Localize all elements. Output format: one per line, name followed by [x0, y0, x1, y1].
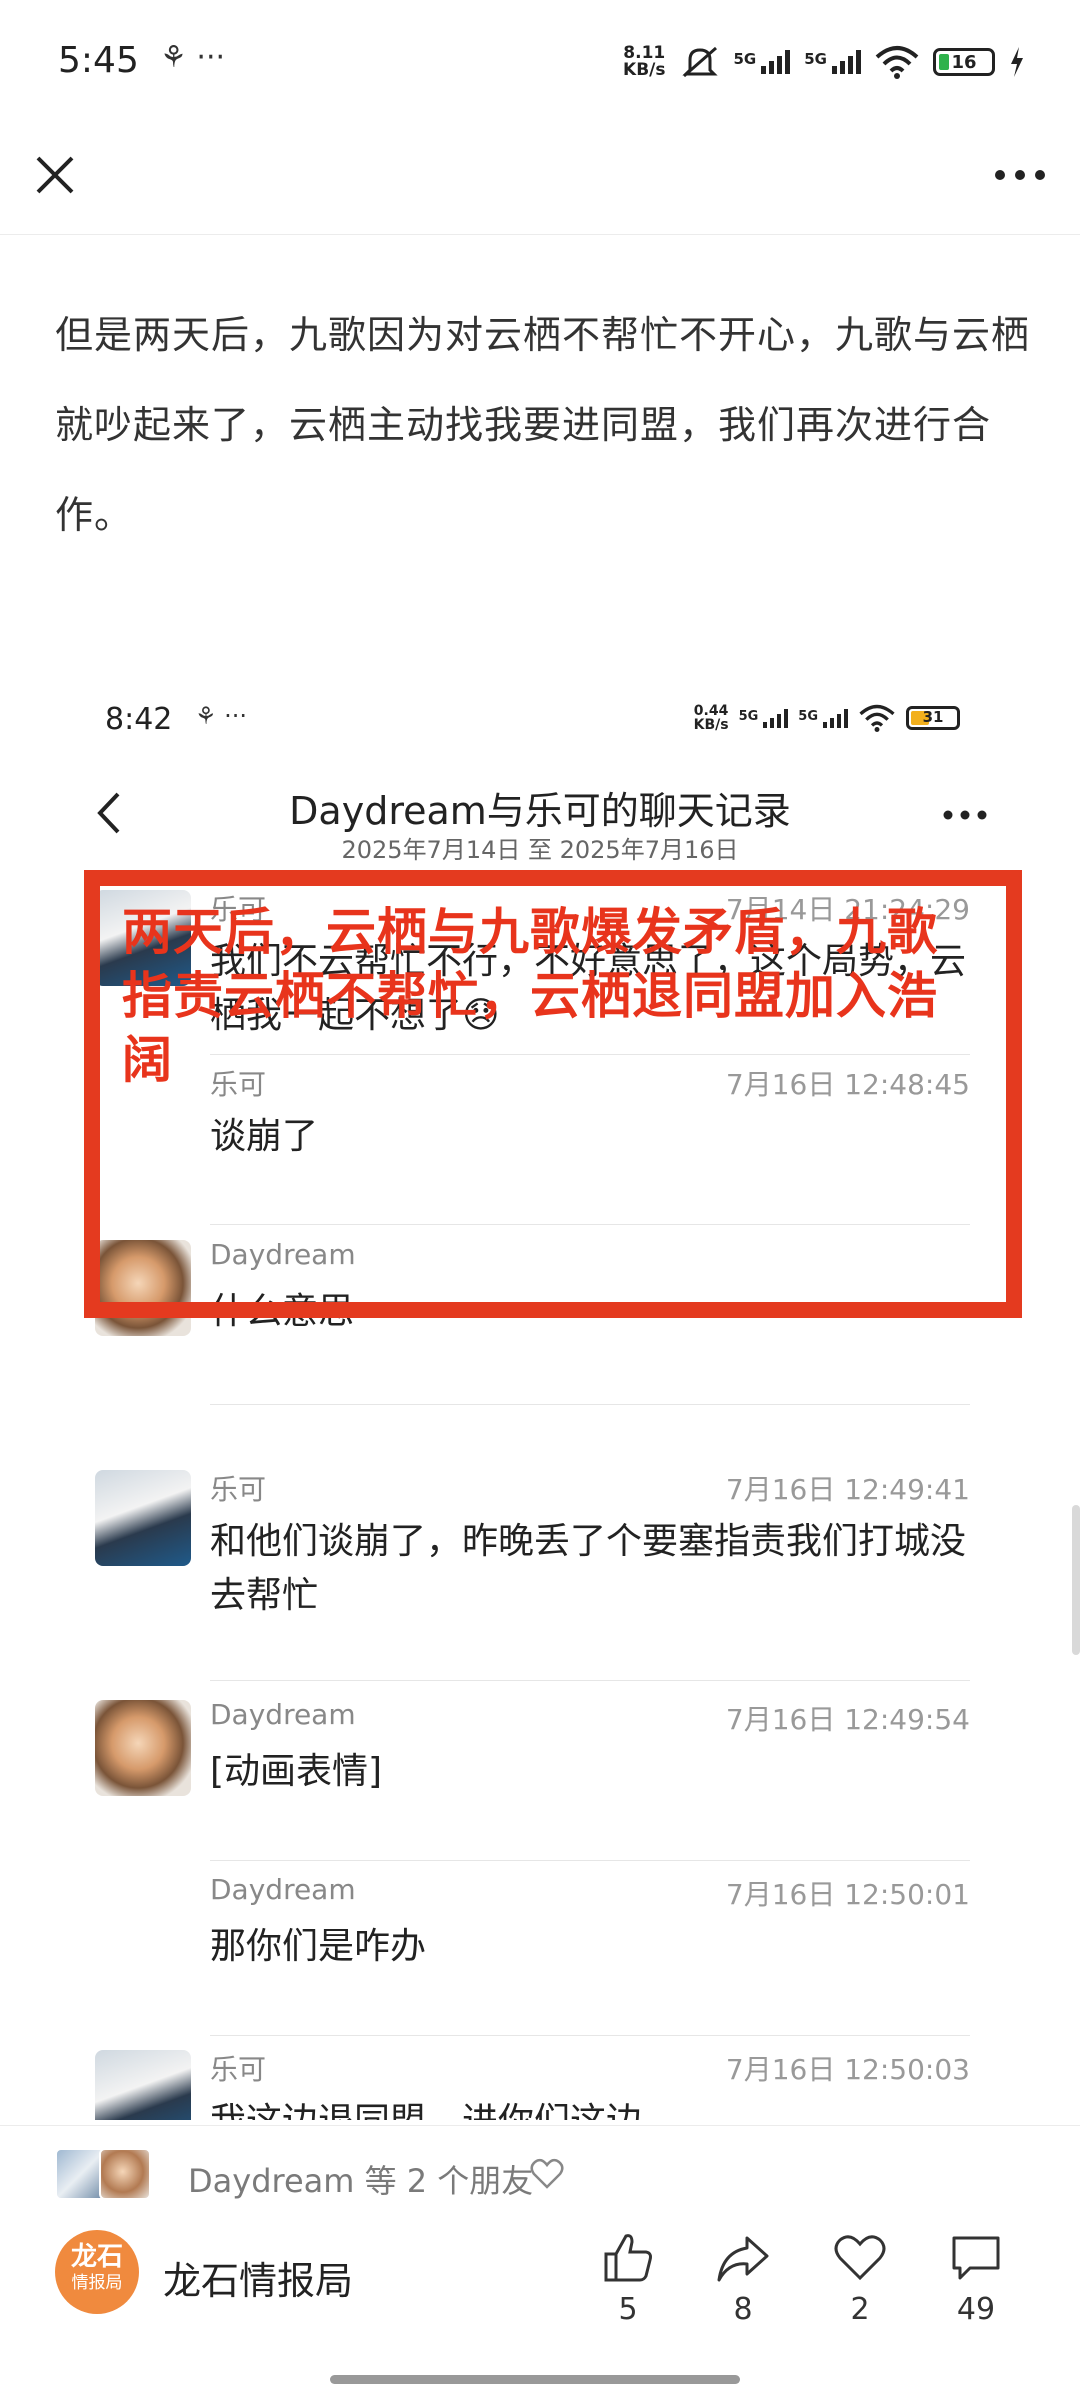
embedded-signal-1-icon: 5G — [738, 708, 789, 728]
annotation-text: 两天后，云栖与九歌爆发矛盾，九歌指责云栖不帮忙，云栖退同盟加入浩阔 — [122, 903, 938, 1089]
friends-liked-bar[interactable]: Daydream 等 2 个朋友 — [0, 2125, 1080, 2220]
message-divider — [210, 1404, 970, 1405]
embedded-network-speed-unit: KB/s — [693, 717, 729, 733]
network-speed-unit: KB/s — [623, 60, 666, 80]
embedded-notification-icons: ⚘ ··· — [195, 702, 248, 730]
message-text: 那你们是咋办 — [210, 1926, 427, 1967]
chat-message: 乐可 7月16日 12:50:03 我这边退同盟，进你们这边 — [60, 2040, 1020, 2120]
message-divider — [210, 1680, 970, 1681]
message-divider — [210, 2035, 970, 2036]
sender-name: 乐可 — [210, 2053, 267, 2086]
like-count: 5 — [618, 2292, 638, 2327]
embedded-battery-level: 31 — [922, 708, 944, 726]
share-button[interactable]: 8 — [703, 2230, 783, 2327]
embedded-wifi-icon — [859, 704, 895, 732]
status-indicators: 8.11 KB/s 5G 5G 16 — [623, 42, 1025, 82]
avatar — [99, 2148, 151, 2200]
comment-button[interactable]: 49 — [936, 2230, 1016, 2327]
thumbs-up-icon — [604, 2234, 652, 2282]
friends-liked-text: Daydream 等 2 个朋友 — [188, 2162, 534, 2200]
message-time: 7月16日 12:50:01 — [725, 1878, 970, 1911]
favorite-count: 2 — [850, 2292, 870, 2327]
author-logo[interactable]: 龙石 情报局 — [55, 2230, 139, 2314]
message-text: 我这边退同盟，进你们这边 — [210, 2095, 970, 2120]
top-nav — [0, 130, 1080, 235]
chat-date-range: 2025年7月14日 至 2025年7月16日 — [341, 836, 739, 864]
friend-avatars — [55, 2148, 151, 2200]
share-count: 8 — [733, 2292, 753, 2327]
embedded-signal-2-label: 5G — [798, 708, 818, 724]
like-button[interactable]: 5 — [588, 2230, 668, 2327]
embedded-signal-2-icon: 5G — [798, 708, 848, 728]
heart-icon — [834, 2235, 886, 2281]
chat-message: Daydream 7月16日 12:49:54 [动画表情] — [60, 1690, 1020, 1861]
embedded-signal-1-label: 5G — [738, 708, 759, 724]
notification-icons: ⚘ ··· — [160, 40, 226, 75]
signal-2-label: 5G — [804, 50, 827, 68]
embedded-status-time: 8:42 — [105, 702, 173, 737]
chat-message: Daydream 7月16日 12:50:01 那你们是咋办 — [60, 1865, 1020, 2036]
status-time: 5:45 — [58, 40, 139, 81]
battery-icon: 16 — [933, 48, 995, 76]
wifi-icon — [875, 46, 919, 79]
more-options-icon[interactable] — [990, 160, 1050, 190]
message-text: 和他们谈崩了，昨晚丢了个要塞指责我们打城没去帮忙 — [210, 1521, 967, 1616]
mute-bell-icon — [681, 46, 718, 78]
close-icon[interactable] — [30, 150, 80, 200]
message-time: 7月16日 12:50:03 — [725, 2053, 970, 2086]
sender-name: 乐可 — [210, 1473, 267, 1506]
comment-count: 49 — [956, 2292, 996, 2327]
sender-name: Daydream — [210, 1873, 356, 1906]
chat-header: Daydream与乐可的聊天记录 2025年7月14日 至 2025年7月16日 — [60, 770, 1020, 870]
scrollbar-thumb[interactable] — [1072, 1505, 1080, 1655]
status-bar: 5:45 ⚘ ··· 8.11 KB/s 5G 5G 16 — [0, 0, 1080, 130]
avatar — [95, 2050, 191, 2120]
embedded-network-speed-value: 0.44 — [693, 703, 729, 719]
message-time: 7月16日 12:49:54 — [725, 1703, 970, 1736]
logo-line-1: 龙石 — [70, 2242, 123, 2272]
comment-bubble-icon — [952, 2236, 1000, 2280]
avatar — [95, 1470, 191, 1566]
embedded-battery-icon: 31 — [906, 706, 960, 730]
message-text: [动画表情] — [210, 1751, 383, 1792]
avatar — [95, 1700, 191, 1796]
message-time: 7月16日 12:49:41 — [725, 1473, 970, 1506]
cellular-signal-1-icon: 5G — [734, 50, 791, 74]
sender-name: Daydream — [210, 1698, 356, 1731]
chat-message: 乐可 7月16日 12:49:41 和他们谈崩了，昨晚丢了个要塞指责我们打城没去… — [60, 1460, 1020, 1695]
share-arrow-icon — [717, 2236, 769, 2282]
signal-1-label: 5G — [733, 50, 757, 68]
author-name[interactable]: 龙石情报局 — [163, 2250, 353, 2305]
home-indicator[interactable] — [330, 2375, 740, 2384]
embedded-status-indicators: 0.44 KB/s 5G 5G 31 — [694, 704, 960, 732]
article-paragraph: 但是两天后，九歌因为对云栖不帮忙不开心，九歌与云栖就吵起来了，云栖主动找我要进同… — [55, 313, 1031, 537]
cellular-signal-2-icon: 5G — [804, 50, 861, 74]
favorite-button[interactable]: 2 — [820, 2230, 900, 2327]
network-speed: 8.11 KB/s — [623, 45, 665, 79]
heart-outline-icon — [530, 2158, 564, 2189]
charging-bolt-icon — [1011, 47, 1023, 77]
bottom-action-bar: 龙石 情报局 龙石情报局 5 8 2 49 — [0, 2220, 1080, 2360]
message-divider — [210, 1860, 970, 1861]
embedded-more-icon[interactable] — [940, 805, 990, 825]
embedded-status-bar: 8:42 ⚘ ··· 0.44 KB/s 5G 5G 31 — [60, 690, 1020, 750]
chat-record-title: Daydream与乐可的聊天记录 — [289, 789, 791, 833]
embedded-network-speed: 0.44 KB/s — [694, 704, 729, 732]
logo-line-2: 情报局 — [71, 2273, 123, 2293]
battery-level: 16 — [951, 51, 977, 73]
